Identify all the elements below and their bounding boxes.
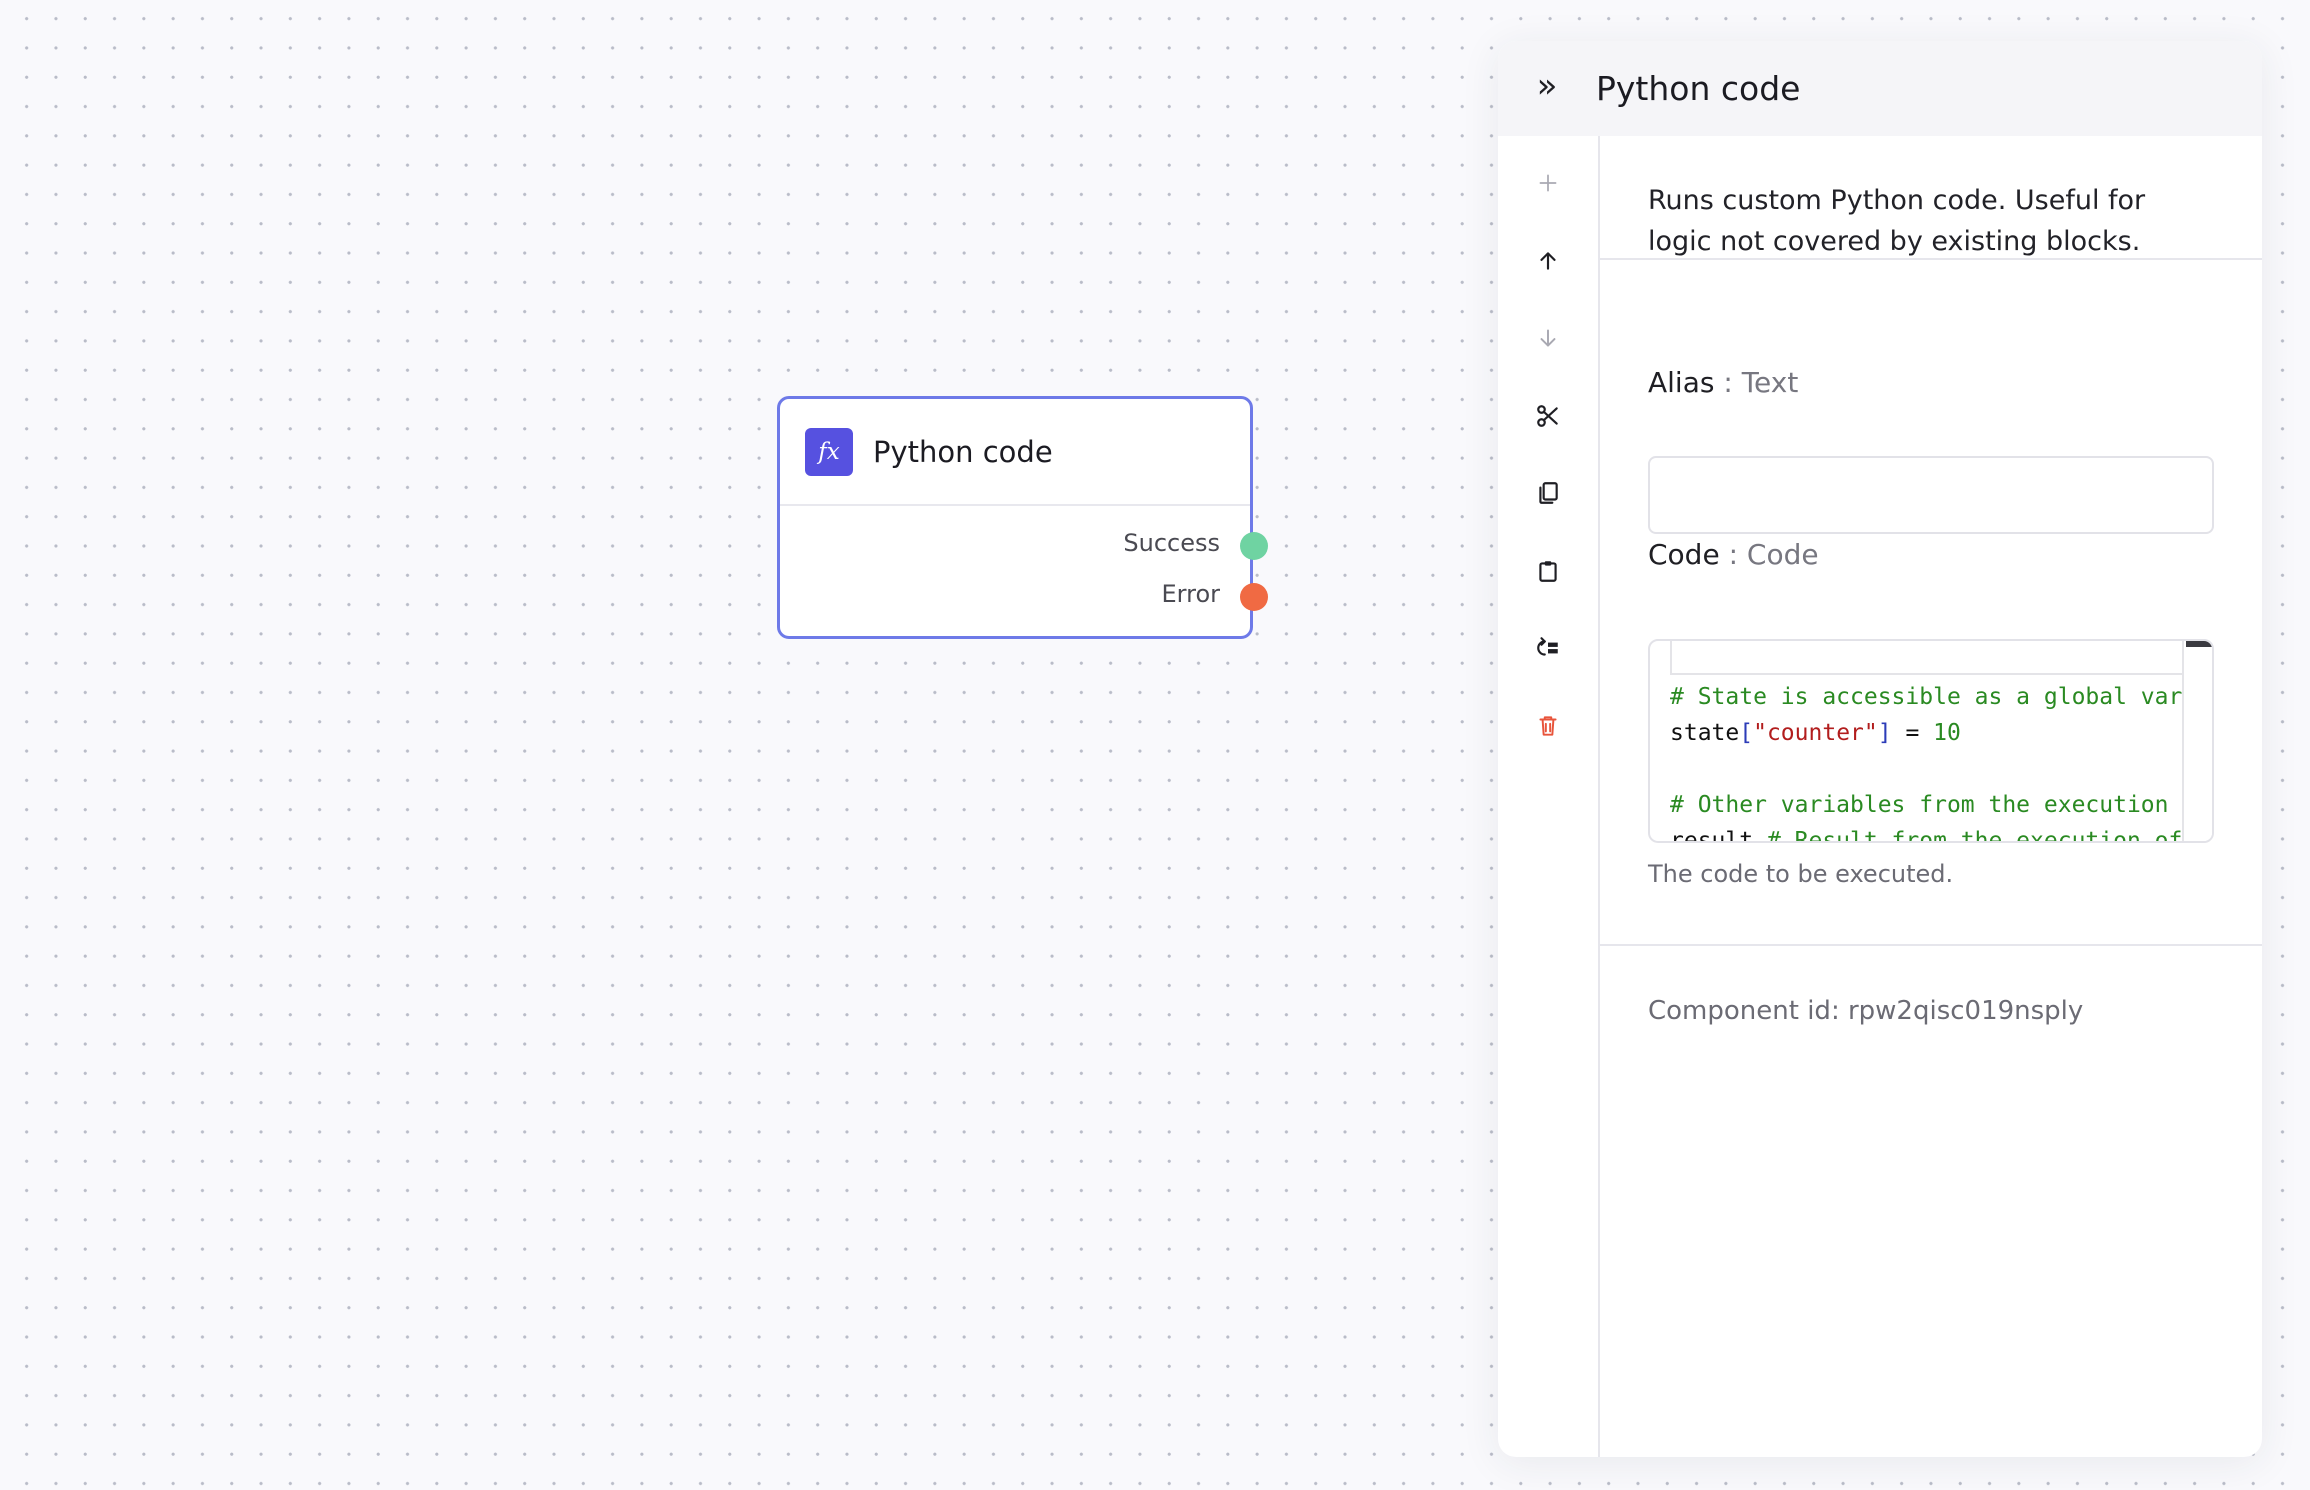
code-separator: : bbox=[1719, 538, 1747, 571]
alias-input[interactable] bbox=[1648, 456, 2214, 534]
code-bracket: ] bbox=[1877, 720, 1892, 746]
arrow-down-icon[interactable] bbox=[1534, 324, 1562, 352]
panel-header: » Python code bbox=[1498, 41, 2262, 136]
code-number: 10 bbox=[1933, 720, 1961, 746]
settings-panel: » Python code Runs custom Python code. U… bbox=[1498, 41, 2262, 1457]
error-output-label: Error bbox=[1161, 580, 1221, 608]
code-help-text: The code to be executed. bbox=[1648, 860, 1954, 888]
alias-type: Text bbox=[1741, 366, 1799, 399]
code-scrollbar-thumb[interactable] bbox=[2186, 641, 2212, 647]
code-comment: # Other variables from the execution e bbox=[1670, 792, 2197, 818]
node-header: fx Python code bbox=[780, 399, 1250, 506]
alias-label: Alias bbox=[1648, 366, 1715, 399]
delete-icon[interactable] bbox=[1534, 712, 1562, 740]
add-icon[interactable] bbox=[1534, 169, 1562, 197]
code-operator: = bbox=[1891, 720, 1934, 746]
code-line: # State is accessible as a global vari bbox=[1670, 679, 2196, 715]
error-port[interactable] bbox=[1240, 583, 1268, 611]
success-port[interactable] bbox=[1240, 532, 1268, 560]
section-divider bbox=[1600, 944, 2262, 946]
code-type: Code bbox=[1746, 538, 1819, 571]
cut-icon[interactable] bbox=[1534, 402, 1562, 430]
node-title: Python code bbox=[873, 434, 1053, 469]
code-line: state["counter"] = 10 bbox=[1670, 715, 2196, 751]
component-id: Component id: rpw2qisc019nsply bbox=[1648, 996, 2084, 1026]
code-identifier: state bbox=[1670, 720, 1740, 746]
alias-field-label: Alias : Text bbox=[1648, 366, 1798, 399]
go-to-icon[interactable] bbox=[1534, 634, 1562, 662]
code-comment: # State is accessible as a global vari bbox=[1670, 684, 2197, 710]
code-line: # Other variables from the execution e bbox=[1670, 787, 2196, 823]
code-line: result # Result from the execution of bbox=[1670, 823, 2196, 843]
copy-icon[interactable] bbox=[1534, 479, 1562, 507]
paste-icon[interactable] bbox=[1534, 557, 1562, 585]
code-string: "counter" bbox=[1753, 720, 1878, 746]
code-comment: # Result from the execution of bbox=[1766, 828, 2183, 843]
function-icon: fx bbox=[805, 427, 853, 476]
code-scrollbar[interactable] bbox=[2182, 641, 2212, 841]
collapse-panel-button[interactable]: » bbox=[1522, 69, 1572, 103]
code-label: Code bbox=[1648, 538, 1720, 571]
success-output-label: Success bbox=[1123, 529, 1220, 557]
component-toolbar bbox=[1498, 136, 1600, 1457]
panel-title: Python code bbox=[1596, 69, 1801, 108]
code-identifier: result bbox=[1670, 828, 1767, 843]
component-description: Runs custom Python code. Useful for logi… bbox=[1600, 136, 2262, 260]
code-bracket: [ bbox=[1739, 720, 1754, 746]
code-editor-topbar bbox=[1670, 641, 2184, 675]
alias-separator: : bbox=[1714, 366, 1742, 399]
code-field-label: Code : Code bbox=[1648, 538, 1819, 571]
code-editor[interactable]: # State is accessible as a global vari st… bbox=[1648, 639, 2214, 843]
panel-content: Runs custom Python code. Useful for logi… bbox=[1600, 136, 2262, 1457]
arrow-up-icon[interactable] bbox=[1534, 247, 1562, 275]
python-code-node[interactable]: fx Python code Success Error bbox=[777, 396, 1253, 639]
code-content[interactable]: # State is accessible as a global vari st… bbox=[1670, 679, 2196, 843]
